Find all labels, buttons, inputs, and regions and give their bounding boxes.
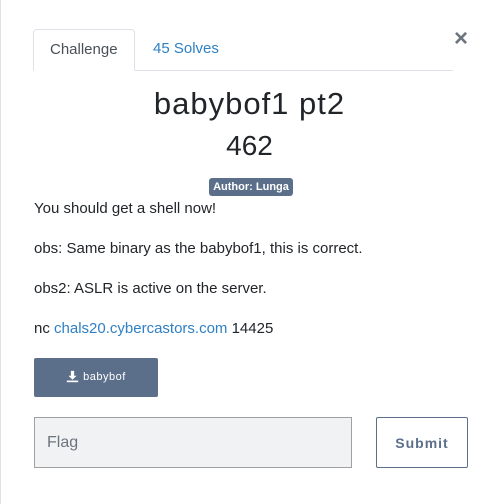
connection-port: 14425 [231, 320, 274, 337]
description-line: obs2: ASLR is active on the server. [34, 280, 267, 297]
flag-input[interactable] [34, 417, 352, 468]
description-line: You should get a shell now! [34, 200, 217, 217]
challenge-points: 462 [226, 130, 273, 161]
author-badge: Author: Lunga [209, 178, 293, 196]
close-icon: × [453, 25, 468, 52]
description-line: obs: Same binary as the babybof1, this i… [34, 240, 363, 257]
connection-line: nc chals20.cybercastors.com 14425 [34, 320, 273, 337]
tab-challenge[interactable]: Challenge [33, 29, 135, 71]
challenge-tabs: Challenge 45 Solves [33, 29, 453, 71]
tab-solves[interactable]: 45 Solves [137, 29, 235, 71]
connection-prefix: nc [34, 320, 50, 337]
download-icon [66, 370, 79, 383]
connection-host-link[interactable]: chals20.cybercastors.com [54, 320, 227, 337]
challenge-modal: × Challenge 45 Solves babybof1 pt2 462 A… [0, 0, 487, 504]
close-button[interactable]: × [453, 26, 469, 52]
download-file-label: babybof [83, 371, 126, 383]
submit-button[interactable]: Submit [376, 417, 468, 468]
challenge-title: babybof1 pt2 [153, 86, 346, 121]
download-file-button[interactable]: babybof [34, 358, 158, 397]
